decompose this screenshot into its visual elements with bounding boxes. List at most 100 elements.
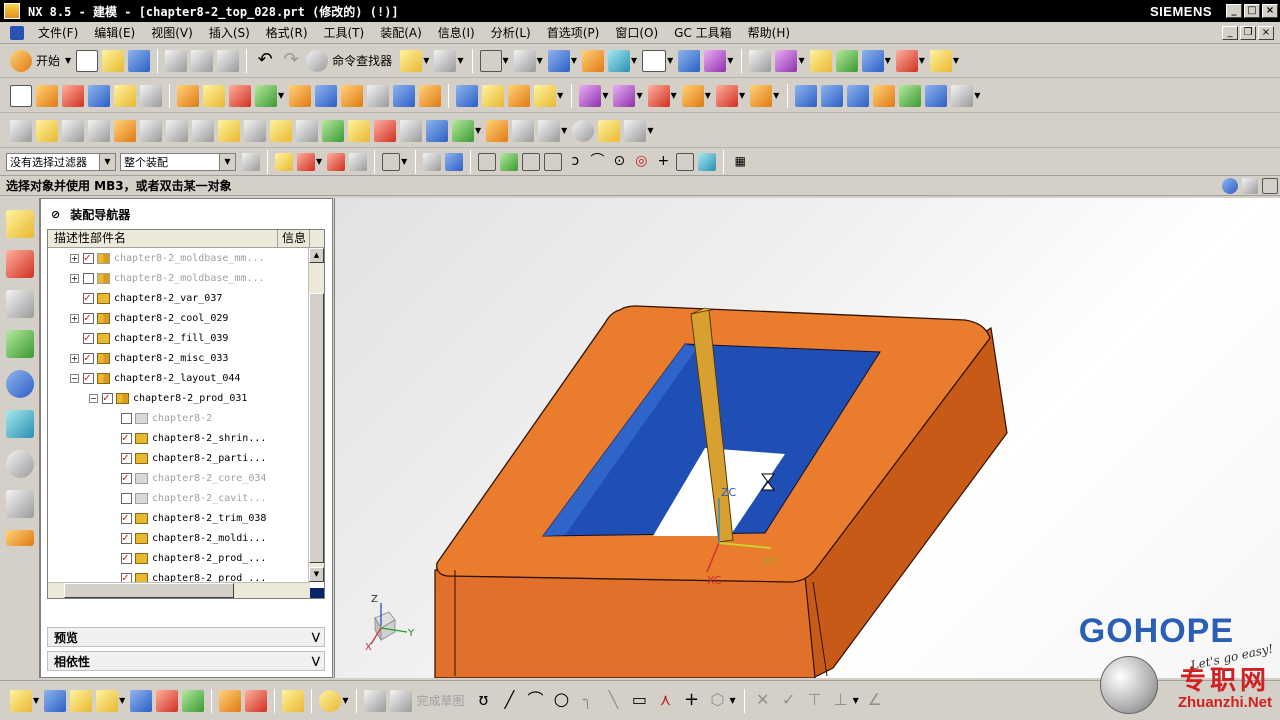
extrude-icon[interactable] (36, 84, 58, 107)
swept-icon[interactable] (847, 84, 870, 107)
gate-icon[interactable] (374, 119, 396, 142)
replace-component-icon[interactable] (245, 689, 268, 712)
cut-icon[interactable] (165, 49, 188, 72)
snap-control-point-icon[interactable]: ↄ (566, 153, 584, 171)
select-face-icon[interactable] (297, 152, 315, 171)
command-finder-icon[interactable] (306, 49, 329, 72)
part-navigator-icon[interactable] (6, 290, 34, 318)
visibility-checkbox[interactable] (121, 492, 132, 504)
ejector-post-process-icon[interactable] (296, 119, 318, 142)
tree-row[interactable]: chapter8-2_trim_038 (48, 508, 324, 528)
visibility-checkbox[interactable] (121, 471, 132, 484)
view-manager-icon[interactable] (572, 119, 595, 142)
assembly-constraint-icon[interactable] (10, 689, 32, 712)
add-component-icon[interactable] (44, 689, 67, 712)
mold-csys-icon[interactable] (62, 119, 84, 142)
trim-mold-components-icon[interactable] (486, 119, 509, 142)
visibility-checkbox[interactable] (121, 451, 132, 464)
bounded-plane-icon[interactable] (873, 84, 896, 107)
start-icon[interactable] (10, 49, 32, 72)
menu-analysis[interactable]: 分析(L) (483, 24, 539, 41)
unite-icon[interactable] (229, 84, 251, 107)
slider-lifter-icon[interactable] (322, 119, 344, 142)
close-button[interactable]: × (1262, 4, 1278, 18)
menu-format[interactable]: 格式(R) (258, 24, 316, 41)
undo-icon[interactable]: ↶ (254, 49, 276, 72)
tree-row[interactable]: chapter8-2 (48, 408, 324, 428)
menu-file[interactable]: 文件(F) (30, 24, 86, 41)
reuse-library-tab-icon[interactable] (6, 330, 34, 358)
doc-restore-button[interactable]: ❐ (1240, 25, 1256, 40)
datum-axis-icon[interactable] (613, 84, 636, 107)
snap-point-icon[interactable] (478, 152, 497, 171)
tree-vertical-scrollbar[interactable]: ▲ ▼ (308, 248, 324, 582)
doc-minimize-button[interactable]: _ (1222, 25, 1238, 40)
roles-icon[interactable] (6, 530, 34, 546)
select-component-icon[interactable] (349, 152, 368, 171)
electrode-icon[interactable] (452, 119, 474, 142)
start-menu-label[interactable]: 开始 (36, 52, 60, 69)
dimension-icon[interactable]: ∠ (864, 690, 886, 712)
tree-row[interactable]: + chapter8-2_misc_033 (48, 348, 324, 368)
tree-row[interactable]: chapter8-2_shrin... (48, 428, 324, 448)
mirror-icon[interactable] (482, 84, 505, 107)
parting-tools-icon[interactable] (192, 119, 214, 142)
arc-icon[interactable]: ⌒ (524, 690, 546, 712)
through-mesh-icon[interactable] (821, 84, 844, 107)
tree-row[interactable]: − chapter8-2_prod_031 (48, 388, 324, 408)
menu-insert[interactable]: 插入(S) (201, 24, 258, 41)
split-body-icon[interactable] (393, 84, 416, 107)
mirror-body-icon[interactable] (508, 84, 531, 107)
curve-analysis-icon[interactable] (835, 49, 858, 72)
snap-existing-icon[interactable] (500, 152, 519, 171)
measure-distance-icon[interactable] (929, 49, 952, 72)
general-selection-icon[interactable] (242, 152, 260, 171)
point-icon[interactable]: + (680, 689, 702, 712)
copy-icon[interactable] (191, 49, 214, 72)
scroll-down-icon[interactable]: ▼ (309, 567, 324, 582)
tree-row[interactable]: chapter8-2_core_034 (48, 468, 324, 488)
visibility-checkbox[interactable] (121, 511, 132, 524)
mold-drawing-icon[interactable] (624, 119, 647, 142)
nx-menu-icon[interactable] (10, 25, 24, 40)
selection-mode-icon[interactable] (434, 49, 457, 72)
preview-section[interactable]: 预览 ⋁ (47, 627, 325, 647)
layer-settings-icon[interactable] (581, 49, 604, 72)
scroll-up-icon[interactable]: ▲ (309, 248, 324, 263)
type-filter-select[interactable]: 没有选择过滤器 ▼ (6, 152, 116, 171)
initialize-project-icon[interactable] (10, 119, 32, 142)
tree-row[interactable]: chapter8-2_var_037 (48, 288, 324, 308)
visibility-checkbox[interactable] (121, 431, 132, 444)
reuse-library-icon[interactable] (749, 49, 772, 72)
model-view[interactable]: ZC YC XC Z Y X (335, 198, 1280, 678)
selection-scope-select[interactable]: 整个装配 ▼ (120, 152, 236, 171)
tree-row[interactable]: chapter8-2_cavit... (48, 488, 324, 508)
mold-tools-icon[interactable] (166, 119, 188, 142)
replace-face-icon[interactable] (681, 84, 704, 107)
new-file-icon[interactable] (76, 49, 99, 72)
constraints-icon[interactable]: ⊥ (830, 690, 852, 712)
visibility-checkbox[interactable] (83, 291, 94, 304)
finish-sketch-label[interactable]: 完成草图 (416, 692, 464, 709)
graphics-window[interactable]: ZC YC XC Z Y X (334, 198, 1280, 678)
chevron-down-icon[interactable]: ▼ (219, 153, 235, 170)
simulation-icon[interactable] (861, 49, 884, 72)
menu-assembly[interactable]: 装配(A) (372, 24, 430, 41)
show-hide-icon[interactable] (607, 49, 630, 72)
select-solid-icon[interactable] (445, 152, 464, 171)
sub-insert-icon[interactable] (348, 119, 370, 142)
render-style-icon[interactable] (513, 49, 536, 72)
expand-icon[interactable]: + (70, 313, 79, 323)
family-mold-icon[interactable] (36, 119, 58, 142)
full-screen-icon[interactable] (1262, 177, 1278, 194)
constraint-navigator-icon[interactable] (6, 250, 34, 278)
new-parent-icon[interactable] (96, 689, 119, 712)
wave-geometry-icon[interactable] (182, 689, 205, 712)
scroll-thumb[interactable] (309, 293, 324, 563)
pocket-icon[interactable] (140, 84, 162, 107)
draft-icon[interactable] (315, 84, 338, 107)
visibility-checkbox[interactable] (102, 391, 113, 404)
snap-center-icon[interactable]: ⊙ (610, 153, 628, 171)
sketch-icon[interactable] (364, 689, 387, 712)
quick-trim-icon[interactable]: ✕ (752, 690, 774, 712)
